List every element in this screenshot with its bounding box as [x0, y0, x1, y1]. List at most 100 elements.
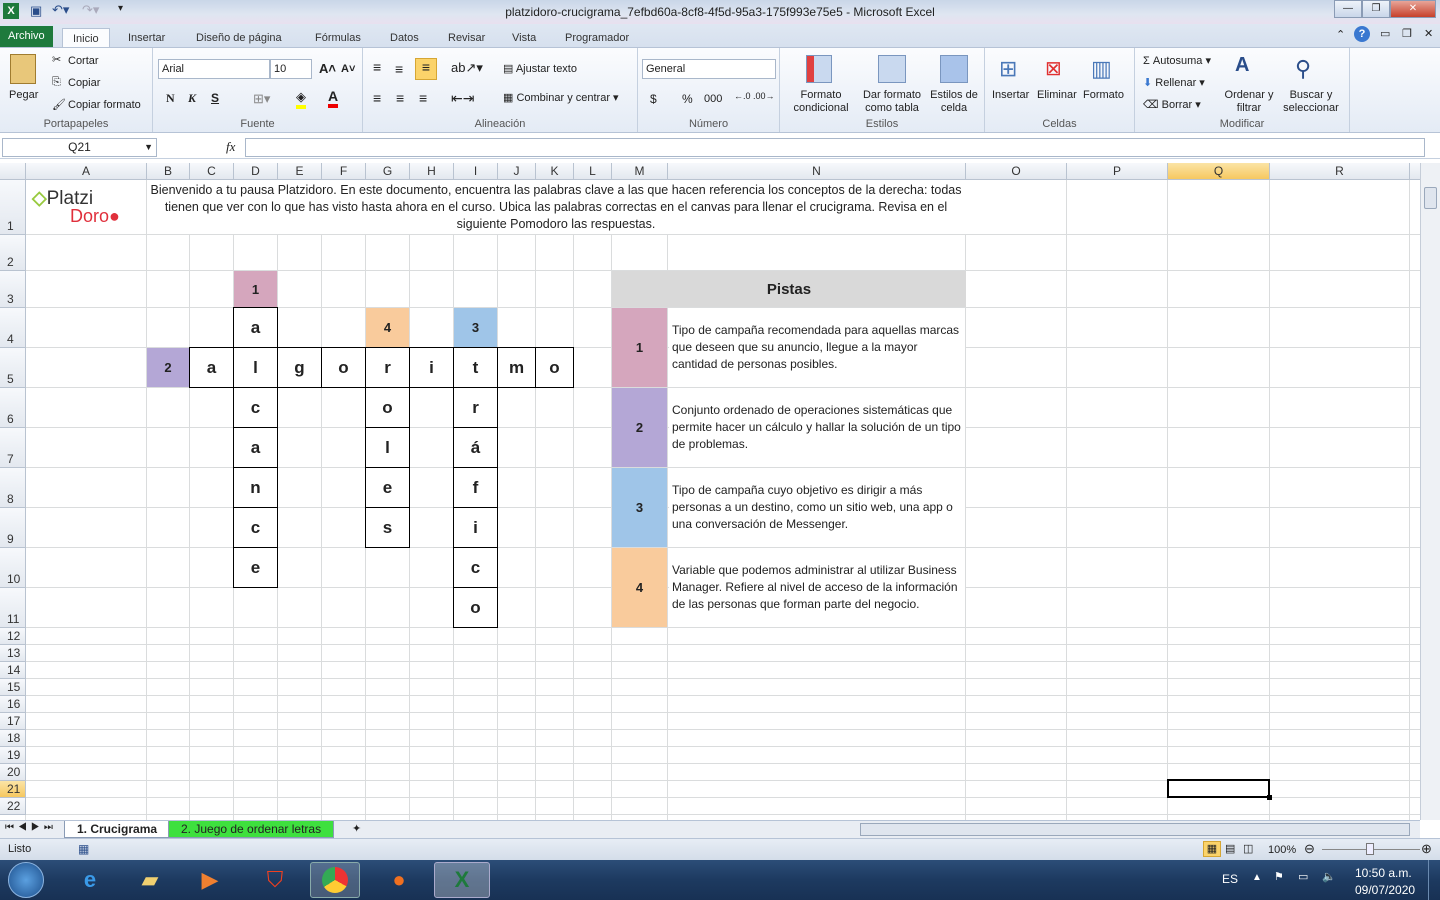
- new-sheet-icon[interactable]: ✦: [352, 822, 361, 835]
- row-header-15[interactable]: 15: [0, 679, 26, 696]
- orientation-icon[interactable]: ab↗▾: [451, 60, 483, 76]
- restore-button[interactable]: ❐: [1362, 0, 1390, 18]
- row-header-3[interactable]: 3: [0, 271, 26, 308]
- column-header-g[interactable]: G: [366, 163, 410, 180]
- crossword-cell-i9[interactable]: i: [453, 507, 498, 548]
- font-size-select[interactable]: 10: [270, 59, 312, 79]
- column-header-c[interactable]: C: [190, 163, 234, 180]
- select-all-button[interactable]: [0, 163, 26, 180]
- firefox-icon[interactable]: ●: [374, 862, 424, 898]
- show-desktop-button[interactable]: [1428, 860, 1440, 900]
- delete-button[interactable]: Eliminar: [1037, 89, 1077, 101]
- row-header-16[interactable]: 16: [0, 696, 26, 713]
- start-button[interactable]: [8, 862, 44, 898]
- crossword-cell-d5[interactable]: l: [233, 347, 278, 388]
- underline-button[interactable]: S: [211, 91, 219, 105]
- row-header-20[interactable]: 20: [0, 764, 26, 781]
- number-format-select[interactable]: General: [642, 59, 776, 79]
- row-header-22[interactable]: 22: [0, 798, 26, 815]
- column-header-s[interactable]: S: [1410, 163, 1420, 180]
- column-header-d[interactable]: D: [234, 163, 278, 180]
- format-as-table-button[interactable]: Dar formato como tabla: [858, 89, 926, 115]
- currency-button[interactable]: $: [650, 92, 657, 106]
- media-player-icon[interactable]: ▶: [185, 862, 235, 898]
- italic-button[interactable]: K: [188, 91, 196, 106]
- column-header-n[interactable]: N: [668, 163, 966, 180]
- crossword-cell-d4[interactable]: a: [233, 307, 278, 348]
- selected-cell[interactable]: [1167, 779, 1270, 798]
- row-header-19[interactable]: 19: [0, 747, 26, 764]
- crossword-cell-g7[interactable]: l: [365, 427, 410, 468]
- macro-record-icon[interactable]: ▦: [78, 842, 89, 856]
- autosum-button[interactable]: Σ Autosuma ▾: [1143, 54, 1211, 67]
- column-header-h[interactable]: H: [410, 163, 454, 180]
- font-name-select[interactable]: Arial: [158, 59, 270, 79]
- align-top-icon[interactable]: ≡: [373, 59, 381, 75]
- close-button[interactable]: ✕: [1390, 0, 1436, 18]
- minimize-ribbon-icon[interactable]: ⌃: [1336, 28, 1345, 41]
- zoom-out-icon[interactable]: ⊖: [1304, 841, 1315, 857]
- tab-diseno-pagina[interactable]: Diseño de página: [190, 28, 288, 48]
- column-header-m[interactable]: M: [612, 163, 668, 180]
- insert-button[interactable]: Insertar: [992, 89, 1029, 101]
- row-header-7[interactable]: 7: [0, 428, 26, 468]
- clock-time[interactable]: 10:50 a.m.: [1355, 866, 1412, 880]
- column-header-r[interactable]: R: [1270, 163, 1410, 180]
- row-header-5[interactable]: 5: [0, 348, 26, 388]
- workbook-minimize-icon[interactable]: ▭: [1380, 27, 1390, 40]
- crossword-cell-i8[interactable]: f: [453, 467, 498, 508]
- find-select-button[interactable]: Buscar y seleccionar: [1275, 89, 1347, 115]
- cell-styles-button[interactable]: Estilos de celda: [928, 89, 980, 115]
- tab-vista[interactable]: Vista: [506, 28, 542, 48]
- crossword-cell-h5[interactable]: i: [409, 347, 454, 388]
- column-header-o[interactable]: O: [966, 163, 1067, 180]
- crossword-cell-k5[interactable]: o: [535, 347, 574, 388]
- thousands-button[interactable]: 000: [704, 93, 722, 105]
- fill-handle[interactable]: [1267, 795, 1272, 800]
- row-header-18[interactable]: 18: [0, 730, 26, 747]
- tab-formulas[interactable]: Fórmulas: [309, 28, 367, 48]
- normal-view-icon[interactable]: ▦: [1203, 841, 1221, 857]
- tab-inicio[interactable]: Inicio: [62, 28, 110, 48]
- network-icon[interactable]: ▭: [1298, 870, 1308, 883]
- workbook-restore-icon[interactable]: ❐: [1402, 27, 1412, 40]
- page-layout-icon[interactable]: ▤: [1225, 842, 1235, 855]
- row-header-9[interactable]: 9: [0, 508, 26, 548]
- font-color-icon[interactable]: A: [328, 88, 339, 108]
- volume-icon[interactable]: 🔈: [1322, 870, 1336, 883]
- column-header-p[interactable]: P: [1067, 163, 1168, 180]
- tab-datos[interactable]: Datos: [384, 28, 425, 48]
- name-box[interactable]: Q21 ▼: [2, 138, 157, 157]
- clear-button[interactable]: ⌫ Borrar ▾: [1143, 98, 1201, 111]
- align-left-icon[interactable]: ≡: [373, 90, 381, 106]
- scroll-thumb[interactable]: [1424, 187, 1437, 209]
- shrink-font-icon[interactable]: A˅: [341, 63, 355, 75]
- fill-button[interactable]: ⬇ Rellenar ▾: [1143, 76, 1205, 89]
- crossword-cell-d9[interactable]: c: [233, 507, 278, 548]
- help-icon[interactable]: ?: [1354, 26, 1370, 42]
- indent-icons[interactable]: ⇤⇥: [451, 90, 474, 107]
- grow-font-icon[interactable]: A˄: [319, 61, 336, 76]
- align-center-icon[interactable]: ≡: [396, 90, 404, 106]
- tab-archivo[interactable]: Archivo: [0, 26, 53, 48]
- row-header-17[interactable]: 17: [0, 713, 26, 730]
- crossword-cell-j5[interactable]: m: [497, 347, 536, 388]
- merge-center-button[interactable]: ▦ Combinar y centrar ▾: [503, 91, 619, 104]
- formula-input[interactable]: [245, 138, 1425, 157]
- crossword-cell-i10[interactable]: c: [453, 547, 498, 588]
- row-header-12[interactable]: 12: [0, 628, 26, 645]
- column-header-f[interactable]: F: [322, 163, 366, 180]
- tab-programador[interactable]: Programador: [559, 28, 635, 48]
- sort-filter-button[interactable]: Ordenar y filtrar: [1223, 89, 1275, 115]
- row-header-4[interactable]: 4: [0, 308, 26, 348]
- clock-date[interactable]: 09/07/2020: [1355, 883, 1415, 897]
- paste-button[interactable]: Pegar: [9, 89, 38, 101]
- workbook-close-icon[interactable]: ✕: [1424, 27, 1433, 40]
- column-header-b[interactable]: B: [147, 163, 190, 180]
- crossword-cell-g8[interactable]: e: [365, 467, 410, 508]
- chrome-icon[interactable]: [310, 862, 360, 898]
- percent-button[interactable]: %: [682, 92, 693, 106]
- crossword-cell-i5[interactable]: t: [453, 347, 498, 388]
- zoom-slider-thumb[interactable]: [1366, 843, 1374, 855]
- wrap-text-button[interactable]: ▤ Ajustar texto: [503, 62, 577, 75]
